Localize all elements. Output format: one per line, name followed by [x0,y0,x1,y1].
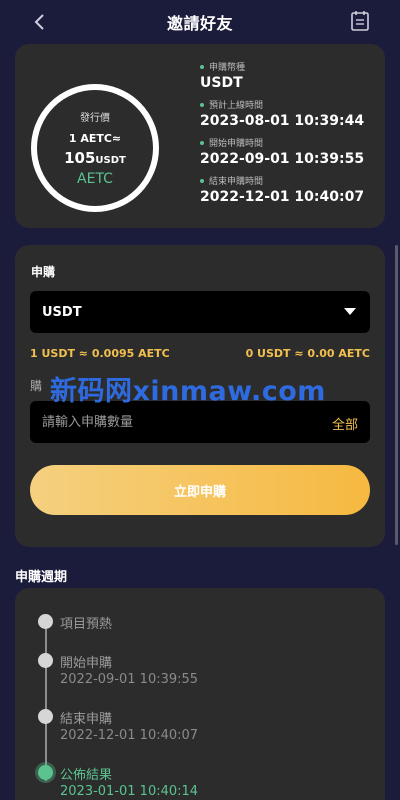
period-title: 申購週期 [15,570,68,585]
issue-price-value: 105 [64,149,96,167]
info-value: 2022-12-01 10:40:07 [200,189,365,205]
timeline-node [38,709,53,724]
info-row-currency: 申購幣種 USDT [200,60,380,91]
chevron-left-icon [34,14,44,30]
info-row-end-time: 結束申購時間 2022-12-01 10:40:07 [200,174,380,205]
back-button[interactable] [28,10,52,34]
info-label: 預計上線時間 [209,101,264,111]
timeline: 項目預熱 開始申購 2022-09-01 10:39:55 結束申購 2022-… [15,588,385,800]
info-value: USDT [200,75,243,91]
info-value: 2023-08-01 10:39:44 [200,113,365,129]
issue-price: 105USDT [64,149,126,167]
header-bar: 邀請好友 [0,0,400,44]
bullet-dot-icon [200,64,204,69]
bullet-dot-icon [200,178,204,183]
step-time: 2022-09-01 10:39:55 [60,672,199,687]
subscribe-button[interactable]: 立即申購 [30,465,370,515]
issue-price-ring: 發行價 1 AETC≈ 105USDT AETC [31,84,159,212]
info-value: 2022-09-01 10:39:55 [200,151,365,167]
issue-info-list: 申購幣種 USDT 預計上線時間 2023-08-01 10:39:44 開始申… [200,60,380,212]
currency-select-value: USDT [42,304,82,320]
issue-coin: AETC [77,171,113,187]
info-row-start-time: 開始申購時間 2022-09-01 10:39:55 [200,136,380,167]
info-label: 開始申購時間 [209,139,264,149]
step-time: 2022-12-01 10:40:07 [60,728,199,743]
info-label: 結束申購時間 [209,177,264,187]
page-title: 邀請好友 [166,14,233,33]
clipboard-icon [351,11,369,31]
estimated-amount: 0 USDT ≈ 0.00 AETC [245,347,370,360]
timeline-node-active [38,765,53,780]
timeline-node [38,653,53,668]
info-label: 申購幣種 [209,63,246,73]
issue-price-unit: USDT [95,155,126,166]
amount-label: 購 [30,379,43,393]
watermark-text: 新码网xinmaw.com [50,376,326,407]
info-row-launch-time: 預計上線時間 2023-08-01 10:39:44 [200,98,380,129]
issue-rate: 1 AETC≈ [68,132,122,145]
caret-down-icon [344,308,356,315]
step-name: 公佈結果 [60,768,113,783]
step-name: 項目預熱 [60,617,113,632]
bullet-dot-icon [200,102,204,107]
timeline-node [38,614,53,629]
timeline-line [45,621,47,781]
issue-info-card: 發行價 1 AETC≈ 105USDT AETC 申購幣種 USDT 預計上線時… [15,44,385,228]
step-time: 2023-01-01 10:40:14 [60,784,199,799]
step-name: 結束申購 [60,712,113,727]
exchange-rate: 1 USDT ≈ 0.0095 AETC [30,347,170,360]
step-name: 開始申購 [60,656,113,671]
currency-select[interactable]: USDT [30,291,370,333]
subscribe-title: 申購 [31,265,56,279]
records-button[interactable] [350,10,370,32]
period-card: 項目預熱 開始申購 2022-09-01 10:39:55 結束申購 2022-… [15,588,385,800]
bullet-dot-icon [200,140,204,145]
scrollbar-thumb[interactable] [395,245,398,545]
issue-price-label: 發行價 [80,113,110,124]
all-button[interactable]: 全部 [332,414,358,433]
